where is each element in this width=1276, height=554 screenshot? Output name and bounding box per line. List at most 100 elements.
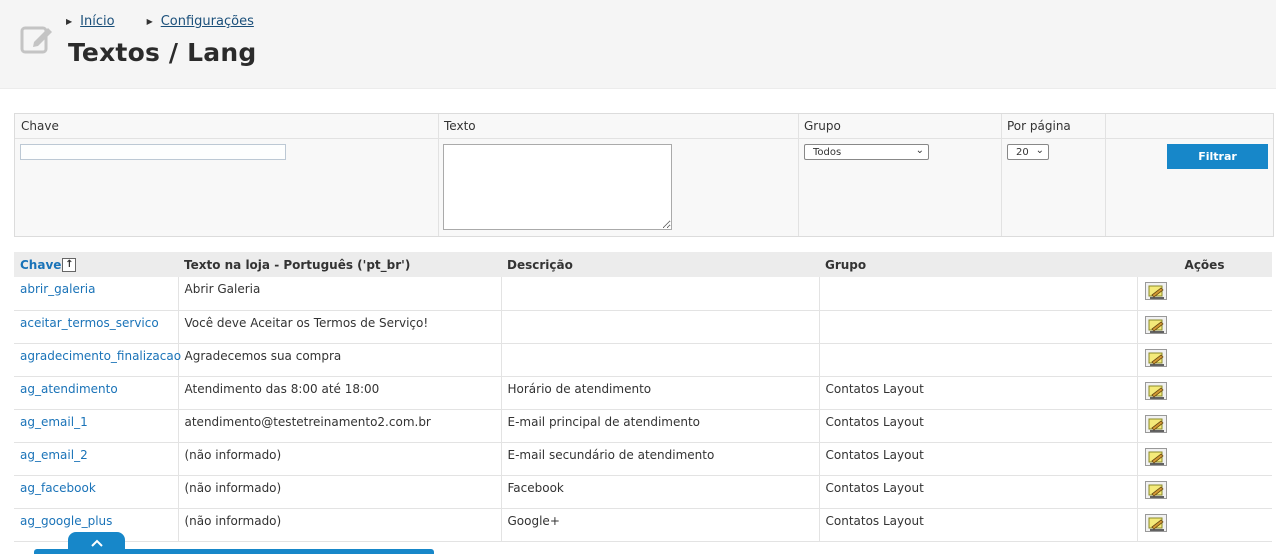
filter-panel: Chave Texto Grupo Por página Todos ⌄ 20 …	[14, 113, 1274, 237]
cell-texto: atendimento@testetreinamento2.com.br	[178, 409, 502, 443]
grupo-select-value: Todos	[813, 146, 842, 158]
cell-acoes	[1137, 376, 1272, 410]
table-header-row: Chave ↑ Texto na loja - Português ('pt_br…	[14, 252, 1272, 277]
expand-panel-button[interactable]	[68, 532, 125, 554]
cell-grupo: Contatos Layout	[819, 508, 1138, 542]
por-pagina-label: Por página	[1007, 119, 1071, 133]
column-header-descricao: Descrição	[501, 252, 819, 277]
chevron-down-icon: ⌄	[1035, 145, 1044, 156]
edit-square-icon	[20, 26, 52, 54]
por-pagina-select[interactable]: 20 ⌄	[1007, 144, 1049, 160]
edit-pencil-icon	[1148, 517, 1164, 531]
edit-pencil-icon	[1148, 285, 1164, 299]
row-key-link[interactable]: ag_facebook	[20, 481, 96, 495]
sort-by-chave-link[interactable]: Chave	[20, 258, 61, 272]
cell-descricao	[501, 277, 820, 311]
cell-acoes	[1137, 409, 1272, 443]
table-row: ag_email_1 atendimento@testetreinamento2.…	[14, 409, 1272, 443]
cell-descricao	[501, 343, 820, 377]
cell-chave: ag_facebook	[14, 475, 179, 509]
cell-chave: ag_email_2	[14, 442, 179, 476]
row-key-link[interactable]: ag_email_2	[20, 448, 88, 462]
row-key-link[interactable]: agradecimento_finalizacao	[20, 349, 181, 363]
table-row: ag_email_2 (não informado) E-mail secundár…	[14, 442, 1272, 476]
page-title: Textos / Lang	[68, 38, 257, 67]
filtrar-button[interactable]: Filtrar	[1167, 144, 1268, 169]
cell-acoes	[1137, 475, 1272, 509]
edit-pencil-icon	[1148, 319, 1164, 333]
cell-chave: aceitar_termos_servico	[14, 310, 179, 344]
texto-label: Texto	[444, 119, 476, 133]
edit-pencil-icon	[1148, 352, 1164, 366]
cell-texto: Agradecemos sua compra	[178, 343, 502, 377]
edit-pencil-icon	[1148, 451, 1164, 465]
edit-button[interactable]	[1144, 447, 1167, 466]
edit-button[interactable]	[1144, 315, 1167, 334]
page-header: ▶ Início ▶ Configurações Textos / Lang	[0, 0, 1276, 89]
cell-descricao: E-mail secundário de atendimento	[501, 442, 820, 476]
breadcrumb-item: ▶ Configurações	[147, 14, 254, 29]
cell-grupo: Contatos Layout	[819, 376, 1138, 410]
edit-button[interactable]	[1144, 282, 1167, 300]
column-header-texto: Texto na loja - Português ('pt_br')	[178, 252, 501, 277]
column-header-chave: Chave ↑	[14, 252, 178, 277]
cell-chave: ag_email_1	[14, 409, 179, 443]
row-key-link[interactable]: ag_atendimento	[20, 382, 118, 396]
cell-grupo: Contatos Layout	[819, 442, 1138, 476]
row-key-link[interactable]: ag_email_1	[20, 415, 88, 429]
chave-input[interactable]	[20, 144, 286, 160]
row-key-link[interactable]: ag_google_plus	[20, 514, 112, 528]
caret-right-icon: ▶	[146, 16, 153, 26]
breadcrumb-link-inicio[interactable]: Início	[80, 14, 114, 29]
table-row: ag_google_plus (não informado) Google+ Cont…	[14, 508, 1272, 542]
cell-acoes	[1137, 442, 1272, 476]
cell-texto: (não informado)	[178, 442, 502, 476]
cell-descricao: Facebook	[501, 475, 820, 509]
edit-button[interactable]	[1144, 414, 1167, 433]
chave-label: Chave	[21, 119, 59, 133]
cell-texto: (não informado)	[178, 475, 502, 509]
row-key-link[interactable]: abrir_galeria	[20, 282, 95, 296]
cell-acoes	[1137, 310, 1272, 344]
breadcrumb: ▶ Início ▶ Configurações	[66, 14, 254, 29]
cell-grupo: Contatos Layout	[819, 409, 1138, 443]
caret-right-icon: ▶	[66, 16, 73, 26]
table-row: agradecimento_finalizacao Agradecemos sua…	[14, 343, 1272, 377]
cell-acoes	[1137, 508, 1272, 542]
grupo-select[interactable]: Todos ⌄	[804, 144, 929, 160]
column-header-acoes: Ações	[1137, 252, 1272, 277]
edit-pencil-icon	[1148, 418, 1164, 432]
cell-acoes	[1137, 343, 1272, 377]
edit-button[interactable]	[1144, 480, 1167, 499]
cell-texto: Abrir Galeria	[178, 277, 502, 311]
row-key-link[interactable]: aceitar_termos_servico	[20, 316, 159, 330]
cell-grupo	[819, 277, 1138, 311]
cell-texto: (não informado)	[178, 508, 502, 542]
cell-descricao: E-mail principal de atendimento	[501, 409, 820, 443]
chevron-up-icon	[90, 539, 103, 547]
cell-texto: Atendimento das 8:00 até 18:00	[178, 376, 502, 410]
table-row: ag_facebook (não informado) Facebook Contat…	[14, 475, 1272, 509]
breadcrumb-item: ▶ Início	[66, 14, 115, 29]
edit-button[interactable]	[1144, 513, 1167, 532]
cell-texto: Você deve Aceitar os Termos de Serviço!	[178, 310, 502, 344]
arrow-up-icon[interactable]: ↑	[62, 257, 77, 272]
breadcrumb-link-configuracoes[interactable]: Configurações	[161, 14, 254, 29]
filter-col-chave	[15, 114, 439, 236]
cell-descricao: Google+	[501, 508, 820, 542]
por-pagina-value: 20	[1016, 146, 1029, 158]
cell-grupo	[819, 343, 1138, 377]
cell-grupo: Contatos Layout	[819, 475, 1138, 509]
edit-button[interactable]	[1144, 348, 1167, 367]
table-row: ag_atendimento Atendimento das 8:00 até 1…	[14, 376, 1272, 410]
cell-descricao: Horário de atendimento	[501, 376, 820, 410]
texts-table: Chave ↑ Texto na loja - Português ('pt_br…	[14, 252, 1272, 542]
edit-button[interactable]	[1144, 381, 1167, 400]
texto-textarea[interactable]	[443, 144, 672, 230]
cell-chave: ag_atendimento	[14, 376, 179, 410]
grupo-label: Grupo	[804, 119, 841, 133]
column-header-grupo: Grupo	[819, 252, 1137, 277]
table-row: abrir_galeria Abrir Galeria	[14, 277, 1272, 311]
edit-pencil-icon	[1148, 484, 1164, 498]
chevron-down-icon: ⌄	[915, 145, 924, 156]
